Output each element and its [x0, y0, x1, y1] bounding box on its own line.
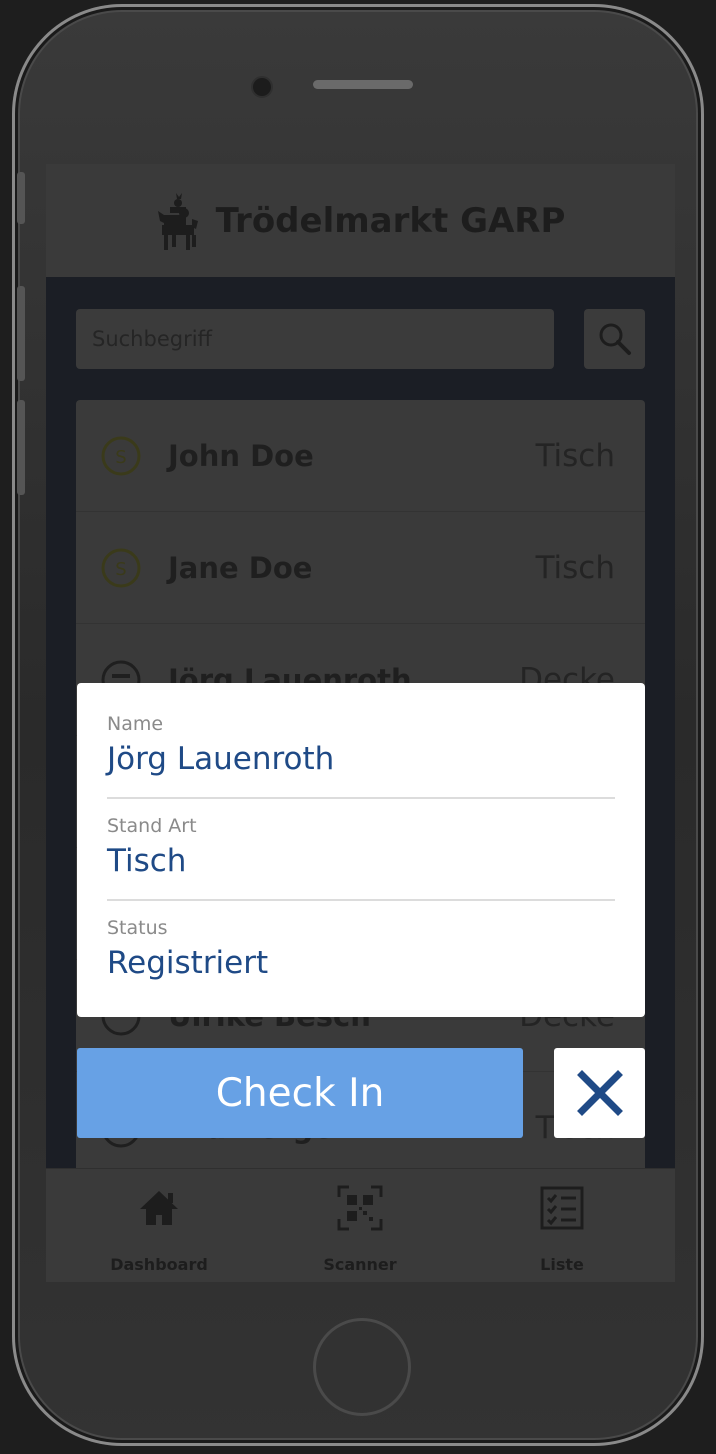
stand-label: Stand Art [107, 815, 197, 837]
tab-label: Liste [540, 1255, 584, 1274]
earpiece-speaker [313, 80, 413, 89]
status-label: Status [107, 917, 168, 939]
volume-up-button [17, 286, 25, 381]
tab-liste[interactable]: Liste [462, 1169, 662, 1282]
coin-icon: S [101, 436, 141, 475]
qr-code-icon [337, 1185, 383, 1231]
stand-value: Tisch [107, 843, 187, 879]
list-item-name: Jane Doe [168, 550, 313, 585]
close-icon [576, 1070, 623, 1116]
bremen-town-musicians-logo-icon [157, 192, 198, 250]
list-item-type: Tisch [535, 437, 615, 474]
search-input[interactable] [76, 309, 554, 369]
tab-label: Dashboard [110, 1255, 208, 1274]
app-header: Trödelmarkt GARP [46, 164, 675, 277]
divider [107, 797, 615, 799]
coin-icon: S [101, 548, 141, 587]
tab-dashboard[interactable]: Dashboard [59, 1169, 259, 1282]
status-field: Status Registriert [107, 917, 615, 981]
svg-text:S: S [115, 559, 126, 580]
tab-label: Scanner [323, 1255, 397, 1274]
status-value: Registriert [107, 945, 269, 981]
svg-text:S: S [115, 447, 126, 468]
list-item[interactable]: S John Doe Tisch [76, 400, 645, 512]
bottom-tab-bar: Dashboard Scanner Liste [46, 1168, 675, 1282]
search-icon [599, 323, 631, 355]
checklist-icon [540, 1186, 584, 1230]
volume-down-button [17, 400, 25, 495]
check-in-button[interactable]: Check In [77, 1048, 523, 1138]
name-label: Name [107, 713, 164, 735]
tab-scanner[interactable]: Scanner [260, 1169, 460, 1282]
app-title: Trödelmarkt GARP [215, 200, 566, 241]
home-button[interactable] [313, 1318, 411, 1416]
stand-field: Stand Art Tisch [107, 815, 615, 879]
close-button[interactable] [554, 1048, 645, 1138]
list-item-name: John Doe [168, 438, 314, 473]
home-icon [140, 1191, 178, 1225]
divider [107, 899, 615, 901]
mute-switch [17, 172, 25, 224]
list-item-type: Tisch [535, 549, 615, 586]
name-field: Name Jörg Lauenroth [107, 713, 615, 777]
participant-detail-card: Name Jörg Lauenroth Stand Art Tisch Stat… [77, 683, 645, 1017]
search-button[interactable] [584, 309, 645, 369]
front-camera [251, 76, 273, 98]
list-item[interactable]: S Jane Doe Tisch [76, 512, 645, 624]
name-value: Jörg Lauenroth [107, 741, 335, 777]
